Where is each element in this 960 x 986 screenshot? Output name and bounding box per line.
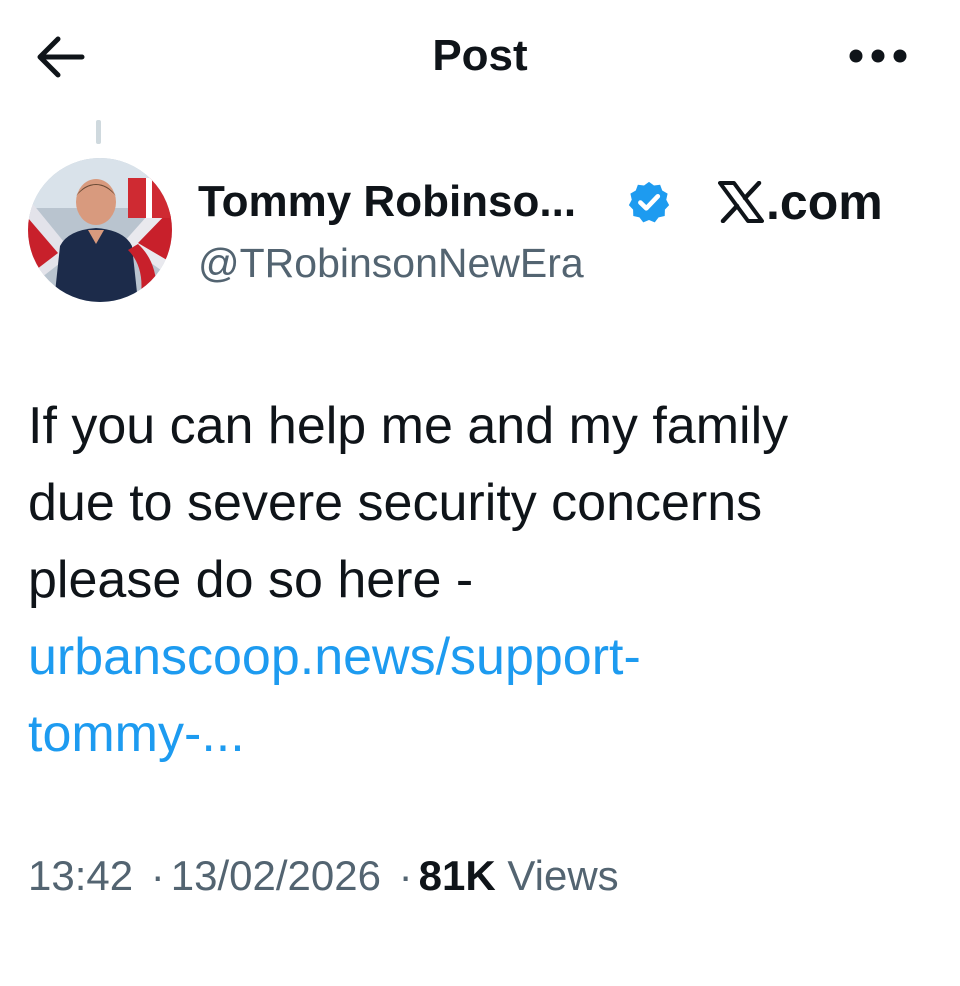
x-com-watermark: .com (718, 172, 883, 232)
author-handle[interactable]: @TRobinsonNewEra (198, 238, 584, 288)
views-label: Views (507, 852, 619, 899)
post-link-continuation[interactable]: tommy-... (28, 696, 928, 773)
avatar-image (28, 158, 172, 302)
more-horizontal-icon (849, 49, 907, 63)
post-text-line: please do so here - (28, 551, 474, 609)
meta-separator: · (398, 852, 413, 899)
page-title: Post (432, 31, 528, 80)
post-body: If you can help me and my family due to … (28, 388, 928, 773)
thread-connector-line (96, 120, 101, 144)
verified-badge-icon (628, 181, 670, 223)
meta-separator: · (150, 852, 165, 899)
post-text-line: due to severe security concerns (28, 474, 763, 532)
avatar[interactable] (28, 158, 172, 302)
post-text-line: If you can help me and my family (28, 397, 789, 455)
author-display-name[interactable]: Tommy Robinso... (198, 176, 576, 228)
views-count[interactable]: 81K (419, 852, 496, 899)
watermark-text: .com (766, 174, 883, 230)
post-header: Post (0, 0, 960, 115)
post-date[interactable]: 13/02/2026 (171, 852, 381, 899)
post-time[interactable]: 13:42 (28, 852, 133, 899)
x-logo-icon (718, 181, 764, 223)
post-link[interactable]: urbanscoop.news/support- (28, 619, 928, 696)
post-metadata: 13:42 · 13/02/2026 · 81K Views (28, 848, 619, 904)
more-options-button[interactable] (838, 30, 918, 82)
